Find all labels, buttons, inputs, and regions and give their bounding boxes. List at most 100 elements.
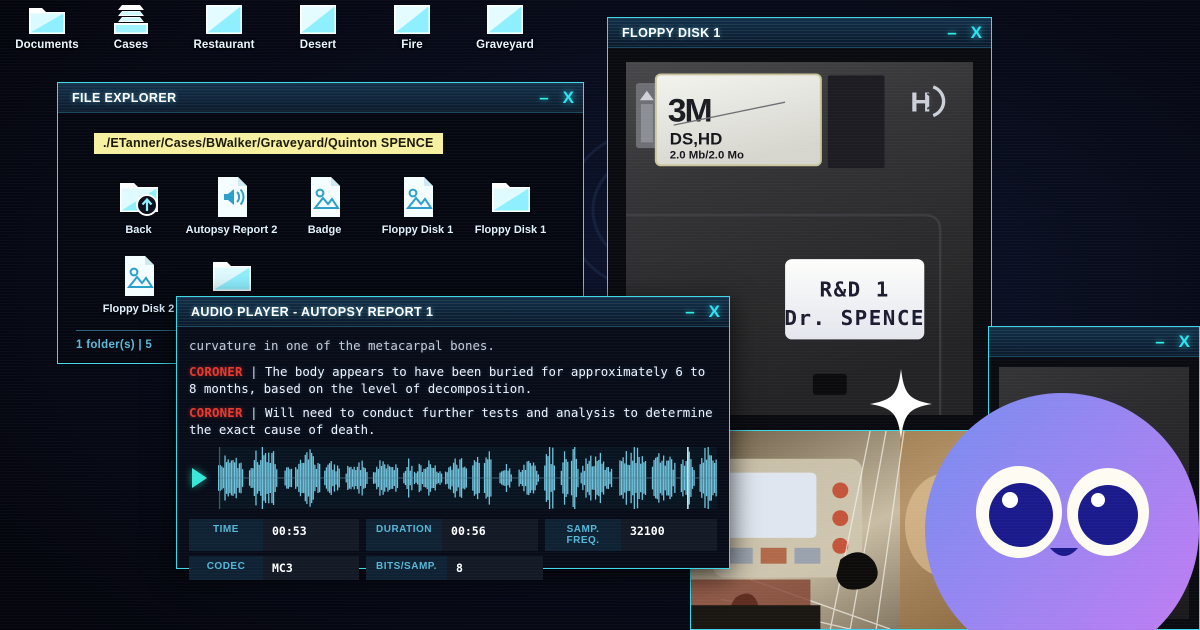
mascot-left-pupil (989, 483, 1053, 547)
window-title: AUDIO PLAYER - AUTOPSY REPORT 1 (191, 305, 433, 319)
mascot-right-glint (1091, 493, 1105, 507)
audio-player-body: curvature in one of the metacarpal bones… (177, 327, 729, 568)
sparkle-icon (870, 369, 932, 439)
metadata-bits-per-sample: BITS/SAMP. 8 (366, 556, 543, 580)
floppy-disk-titlebar[interactable]: FLOPPY DISK 1 – X (608, 18, 991, 48)
metadata-value: 00:56 (442, 519, 538, 551)
desktop-icon-label: Graveyard (458, 39, 552, 51)
folder-icon (458, 0, 552, 36)
window-title: FLOPPY DISK 1 (622, 26, 721, 40)
metadata-duration: DURATION 00:56 (366, 519, 538, 551)
transcript-speaker: CORONER (189, 405, 243, 420)
minimize-icon[interactable]: – (539, 89, 548, 106)
mascot-avatar (925, 393, 1200, 630)
play-button[interactable] (189, 467, 209, 489)
folder-icon (365, 0, 459, 36)
metadata-key: BITS/SAMP. (366, 556, 447, 580)
desktop-icon-desert[interactable]: Desert (271, 0, 365, 51)
desktop-icon-row: Documents Cases (0, 0, 560, 58)
folder-icon (271, 0, 365, 36)
desktop: Documents Cases (0, 0, 1200, 630)
transcript-line: CORONER | Will need to conduct further t… (189, 404, 717, 438)
metadata-key: DURATION (366, 519, 442, 551)
desktop-icon-label: Documents (0, 39, 94, 51)
folder-up-icon (92, 170, 185, 224)
metadata-value: 00:53 (263, 519, 359, 551)
image-file-icon (92, 249, 185, 303)
desktop-icon-restaurant[interactable]: Restaurant (177, 0, 271, 51)
floppy-brand-text: 3M (668, 93, 711, 129)
metadata-value: 8 (447, 556, 543, 580)
desktop-icon-label: Desert (271, 39, 365, 51)
close-icon[interactable]: X (971, 24, 982, 41)
file-item-label: Floppy Disk 1 (464, 224, 557, 236)
transcript-line: curvature in one of the metacarpal bones… (189, 337, 717, 354)
floppy-spec-line1: DS,HD (670, 130, 723, 149)
metadata-key: SAMP. FREQ. (545, 519, 621, 551)
mascot-left-glint (1002, 492, 1018, 508)
desktop-icon-fire[interactable]: Fire (365, 0, 459, 51)
image-file-icon (371, 170, 464, 224)
mascot-right-pupil (1078, 485, 1138, 545)
metadata-codec: CODEC MC3 (189, 556, 359, 580)
folder-icon (0, 0, 94, 36)
file-item-badge[interactable]: Badge (278, 170, 371, 236)
file-item-label: Autopsy Report 2 (185, 224, 278, 236)
transcript-separator: | (250, 364, 257, 379)
floppy-label-line1: R&D 1 (820, 278, 890, 302)
desktop-icon-cases[interactable]: Cases (84, 0, 178, 51)
minimize-icon[interactable]: – (947, 24, 956, 41)
file-item-floppy-disk-1-folder[interactable]: Floppy Disk 1 (464, 170, 557, 236)
metadata-key: TIME (189, 519, 263, 551)
metadata-row: CODEC MC3 BITS/SAMP. 8 (189, 556, 717, 580)
mascot-body (925, 393, 1199, 630)
transcript-text: The body appears to have been buried for… (189, 364, 705, 396)
transcript-line: CORONER | The body appears to have been … (189, 363, 717, 397)
file-item-label: Badge (278, 224, 371, 236)
waveform[interactable] (218, 447, 717, 509)
file-item-back[interactable]: Back (92, 170, 185, 236)
file-item-label: Floppy Disk 1 (371, 224, 464, 236)
transcript-speaker: CORONER (189, 364, 243, 379)
file-item-floppy-disk-2[interactable]: Floppy Disk 2 (92, 249, 185, 315)
metadata-value: 32100 (621, 519, 717, 551)
svg-text:H: H (910, 86, 931, 117)
metadata-sample-frequency: SAMP. FREQ. 32100 (545, 519, 717, 551)
metadata-row: TIME 00:53 DURATION 00:56 SAMP. FREQ. 32… (189, 519, 717, 551)
folder-icon (177, 0, 271, 36)
close-icon[interactable]: X (1179, 333, 1190, 350)
file-item-autopsy-report-2[interactable]: Autopsy Report 2 (185, 170, 278, 236)
window-title: FILE EXPLORER (72, 91, 177, 105)
desktop-icon-graveyard[interactable]: Graveyard (458, 0, 552, 51)
transcript-text: curvature in one of the metacarpal bones… (189, 338, 495, 353)
audio-player-titlebar[interactable]: AUDIO PLAYER - AUTOPSY REPORT 1 – X (177, 297, 729, 327)
minimize-icon[interactable]: – (685, 303, 694, 320)
file-tray-icon (84, 0, 178, 36)
file-explorer-titlebar[interactable]: FILE EXPLORER – X (58, 83, 583, 113)
file-item-floppy-disk-1-image[interactable]: Floppy Disk 1 (371, 170, 464, 236)
audio-file-icon (185, 170, 278, 224)
transcript-text: Will need to conduct further tests and a… (189, 405, 713, 437)
file-item-label: Floppy Disk 2 (92, 303, 185, 315)
transcript: curvature in one of the metacarpal bones… (189, 337, 717, 439)
waveform-area (189, 447, 717, 509)
metadata-value: MC3 (263, 556, 359, 580)
transcript-separator: | (250, 405, 257, 420)
desktop-icon-label: Cases (84, 39, 178, 51)
close-icon[interactable]: X (709, 303, 720, 320)
folder-icon (464, 170, 557, 224)
play-icon (192, 468, 207, 488)
floppy-label-line2: Dr. SPENCE (784, 306, 925, 330)
desktop-icon-documents[interactable]: Documents (0, 0, 94, 51)
close-icon[interactable]: X (563, 89, 574, 106)
audio-player-window[interactable]: AUDIO PLAYER - AUTOPSY REPORT 1 – X curv… (176, 296, 730, 569)
desktop-icon-label: Restaurant (177, 39, 271, 51)
path-breadcrumb[interactable]: ./ETanner/Cases/BWalker/Graveyard/Quinto… (94, 133, 443, 154)
desktop-icon-label: Fire (365, 39, 459, 51)
audio-metadata: TIME 00:53 DURATION 00:56 SAMP. FREQ. 32… (189, 519, 717, 580)
metadata-time: TIME 00:53 (189, 519, 359, 551)
right-window-titlebar[interactable]: – X (989, 327, 1199, 357)
floppy-spec-line2: 2.0 Mb/2.0 Mo (670, 150, 744, 162)
minimize-icon[interactable]: – (1155, 333, 1164, 350)
image-file-icon (278, 170, 371, 224)
